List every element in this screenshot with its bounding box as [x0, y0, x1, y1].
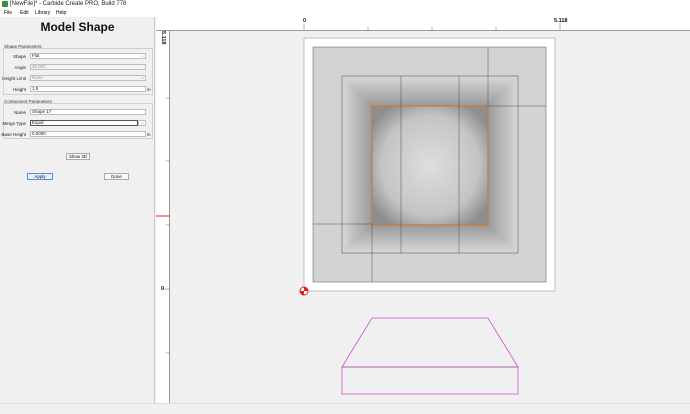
- shape-label: Shape: [12, 54, 26, 59]
- ruler-top-zero: 0: [303, 18, 307, 24]
- chevron-down-icon: ⌵: [140, 120, 144, 125]
- chevron-down-icon: ⌵: [140, 53, 144, 58]
- title-bar: [NewFile]* - Carbide Create PRO, Build 7…: [0, 0, 690, 9]
- merge-type-dropdown[interactable]: ⌵: [138, 120, 146, 126]
- menu-bar: File Edit Library Help: [0, 9, 690, 17]
- ruler-left-max: 5.118: [160, 31, 166, 45]
- shape-select[interactable]: Flat ⌵: [30, 53, 146, 59]
- flat-top: [372, 106, 488, 225]
- origin-marker: [299, 286, 309, 296]
- app-logo-icon: [2, 1, 8, 7]
- height-label: Height: [12, 87, 26, 92]
- status-bar: [0, 403, 690, 414]
- height-limit-label: Height Limit: [2, 76, 26, 81]
- menu-help[interactable]: Help: [56, 9, 66, 17]
- height-field[interactable]: 1.5: [30, 86, 146, 92]
- design-canvas[interactable]: [171, 32, 690, 403]
- chevron-down-icon: ⌵: [140, 75, 144, 80]
- height-unit: in: [147, 87, 151, 92]
- profile-preview: [341, 317, 519, 395]
- base-height-field[interactable]: 0.0000: [30, 131, 146, 137]
- merge-type-select[interactable]: Equal: [30, 120, 138, 126]
- model-shape-panel: Model Shape Shape Parameters Shape Flat …: [0, 17, 155, 403]
- show-3d-button[interactable]: Show 3D: [66, 153, 90, 160]
- angle-label: Angle: [14, 65, 26, 70]
- menu-library[interactable]: Library: [35, 9, 50, 17]
- horizontal-ruler: 0 5.118: [156, 17, 690, 31]
- slope-left: [342, 76, 372, 253]
- slope-right: [488, 76, 518, 253]
- vertical-ruler: 5.118 0: [156, 31, 170, 403]
- panel-title: Model Shape: [40, 20, 115, 34]
- ruler-top-max: 5.118: [554, 18, 568, 24]
- menu-edit[interactable]: Edit: [20, 9, 29, 17]
- base-height-label: Base Height: [1, 132, 26, 137]
- angle-field[interactable]: 45.000: [30, 64, 146, 70]
- canvas-drawing[interactable]: [171, 32, 690, 403]
- window-title: [NewFile]* - Carbide Create PRO, Build 7…: [10, 1, 127, 7]
- done-button[interactable]: Done: [104, 173, 129, 180]
- merge-type-label: Merge Type: [2, 121, 26, 126]
- name-label: Name: [13, 110, 26, 115]
- slope-top: [342, 76, 518, 106]
- menu-file[interactable]: File: [4, 9, 12, 17]
- name-field[interactable]: Shape 17: [30, 109, 146, 115]
- base-height-unit: in: [147, 132, 151, 137]
- slope-bottom: [342, 225, 518, 253]
- height-limit-select[interactable]: None ⌵: [30, 75, 146, 81]
- ruler-left-zero: 0: [161, 286, 165, 292]
- apply-button[interactable]: Apply: [27, 173, 53, 180]
